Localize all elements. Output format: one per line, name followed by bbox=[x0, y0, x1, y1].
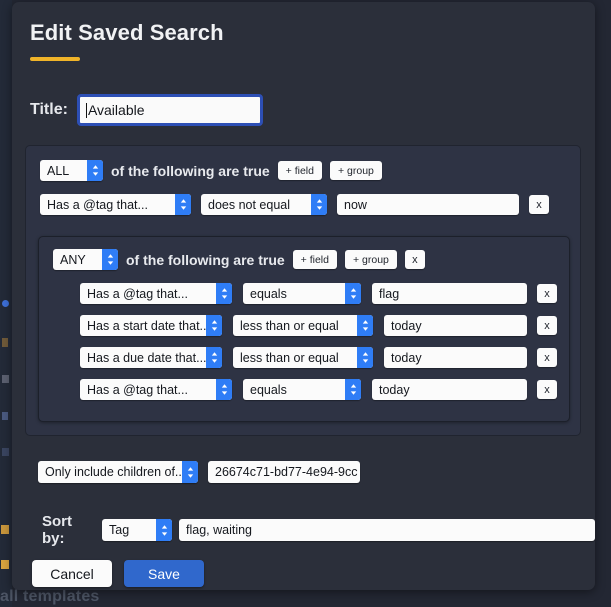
sort-value-input[interactable]: flag, waiting bbox=[179, 519, 595, 541]
filter-remove-button[interactable]: x bbox=[537, 380, 557, 399]
filter-field-select[interactable]: Has a @tag that... bbox=[80, 379, 232, 400]
table-row: Has a @tag that... does not equal now x bbox=[40, 194, 549, 215]
sort-row: Sort by: Tag flag, waiting bbox=[42, 513, 595, 547]
table-row: Has a @tag that... equals today x bbox=[80, 379, 557, 400]
chevron-updown-icon bbox=[357, 347, 373, 368]
filter-remove-button[interactable]: x bbox=[537, 316, 557, 335]
filter-group-inner: ANY of the following are true + field + … bbox=[38, 236, 570, 422]
scope-id-input[interactable]: 26674c71-bd77-4e94-9cc bbox=[208, 461, 360, 483]
sort-by-label: Sort by: bbox=[42, 513, 72, 547]
outer-group-header: ALL of the following are true + field + … bbox=[40, 160, 382, 181]
inner-group-add-group-button[interactable]: + group bbox=[344, 250, 397, 269]
table-row: Has a @tag that... equals flag x bbox=[80, 283, 557, 304]
background-icon-f bbox=[1, 525, 9, 534]
title-underline-rule bbox=[30, 57, 80, 61]
background-icon-g bbox=[1, 560, 9, 569]
background-icon-b bbox=[2, 338, 8, 347]
filter-remove-button[interactable]: x bbox=[537, 284, 557, 303]
outer-group-match-value: ALL bbox=[47, 163, 70, 178]
sort-by-select[interactable]: Tag bbox=[102, 519, 172, 541]
sort-by-select-value: Tag bbox=[109, 523, 130, 537]
chevron-updown-icon bbox=[206, 315, 222, 336]
scope-select[interactable]: Only include children of... bbox=[38, 461, 198, 483]
chevron-updown-icon bbox=[87, 160, 103, 181]
filter-field-select[interactable]: Has a due date that... bbox=[80, 347, 222, 368]
outer-group-add-group-button[interactable]: + group bbox=[329, 161, 382, 180]
filter-remove-button[interactable]: x bbox=[529, 195, 549, 214]
chevron-updown-icon bbox=[357, 315, 373, 336]
scope-select-value: Only include children of... bbox=[45, 465, 186, 479]
table-row: Has a start date that... less than or eq… bbox=[80, 315, 557, 336]
inner-group-condition-text: of the following are true bbox=[126, 251, 285, 268]
text-caret bbox=[85, 102, 87, 118]
filter-field-value: Has a @tag that... bbox=[87, 286, 188, 301]
chevron-updown-icon bbox=[182, 461, 198, 483]
filter-operator-value: does not equal bbox=[208, 197, 291, 212]
chevron-updown-icon bbox=[311, 194, 327, 215]
filter-operator-select[interactable]: equals bbox=[243, 379, 361, 400]
filter-value-input[interactable]: today bbox=[384, 315, 527, 336]
chevron-updown-icon bbox=[216, 283, 232, 304]
background-sidebar bbox=[0, 0, 12, 607]
title-input[interactable]: Available bbox=[76, 94, 263, 126]
background-icon-e bbox=[2, 448, 9, 456]
chevron-updown-icon bbox=[206, 347, 222, 368]
inner-group-add-field-button[interactable]: + field bbox=[292, 250, 337, 269]
filter-remove-button[interactable]: x bbox=[537, 348, 557, 367]
filter-operator-select[interactable]: does not equal bbox=[201, 194, 327, 215]
filter-operator-value: equals bbox=[250, 382, 287, 397]
background-all-templates-label: all templates bbox=[0, 588, 100, 605]
filter-group-outer: ALL of the following are true + field + … bbox=[25, 145, 581, 436]
table-row: Has a due date that... less than or equa… bbox=[80, 347, 557, 368]
filter-field-value: Has a due date that... bbox=[87, 350, 207, 365]
filter-field-value: Has a start date that... bbox=[87, 318, 210, 333]
filter-field-value: Has a @tag that... bbox=[47, 197, 148, 212]
outer-group-match-select[interactable]: ALL bbox=[40, 160, 103, 181]
page-title: Edit Saved Search bbox=[30, 20, 224, 45]
title-input-value: Available bbox=[87, 102, 145, 118]
filter-value-input[interactable]: today bbox=[372, 379, 527, 400]
outer-group-add-field-button[interactable]: + field bbox=[277, 161, 322, 180]
filter-value-input[interactable]: today bbox=[384, 347, 527, 368]
filter-operator-value: less than or equal bbox=[240, 350, 339, 365]
cancel-button[interactable]: Cancel bbox=[32, 560, 112, 587]
filter-value-input[interactable]: flag bbox=[372, 283, 527, 304]
inner-group-match-select[interactable]: ANY bbox=[53, 249, 118, 270]
title-field-label: Title: bbox=[30, 101, 68, 118]
chevron-updown-icon bbox=[345, 379, 361, 400]
title-field-row: Title: Available bbox=[30, 94, 263, 126]
inner-group-remove-button[interactable]: x bbox=[404, 250, 425, 269]
chevron-updown-icon bbox=[345, 283, 361, 304]
chevron-updown-icon bbox=[156, 519, 172, 541]
filter-field-select[interactable]: Has a @tag that... bbox=[80, 283, 232, 304]
outer-group-condition-text: of the following are true bbox=[111, 162, 270, 179]
chevron-updown-icon bbox=[216, 379, 232, 400]
filter-operator-value: less than or equal bbox=[240, 318, 339, 333]
filter-value-input[interactable]: now bbox=[337, 194, 519, 215]
inner-group-match-value: ANY bbox=[60, 252, 86, 267]
background-icon-c bbox=[2, 375, 9, 383]
filter-operator-select[interactable]: less than or equal bbox=[233, 315, 373, 336]
filter-operator-select[interactable]: equals bbox=[243, 283, 361, 304]
chevron-updown-icon bbox=[175, 194, 191, 215]
background-icon-a bbox=[2, 300, 9, 307]
filter-operator-value: equals bbox=[250, 286, 287, 301]
filter-field-select[interactable]: Has a @tag that... bbox=[40, 194, 191, 215]
inner-group-header: ANY of the following are true + field + … bbox=[53, 249, 425, 270]
filter-operator-select[interactable]: less than or equal bbox=[233, 347, 373, 368]
chevron-updown-icon bbox=[102, 249, 118, 270]
filter-field-select[interactable]: Has a start date that... bbox=[80, 315, 222, 336]
background-icon-d bbox=[2, 412, 8, 420]
scope-row: Only include children of... 26674c71-bd7… bbox=[38, 461, 360, 483]
save-button[interactable]: Save bbox=[124, 560, 204, 587]
filter-field-value: Has a @tag that... bbox=[87, 382, 188, 397]
screen: all templates Edit Saved Search Title: A… bbox=[0, 0, 611, 607]
edit-saved-search-dialog: Edit Saved Search Title: Available ALL o… bbox=[12, 2, 595, 590]
dialog-footer: Cancel Save bbox=[32, 560, 204, 587]
